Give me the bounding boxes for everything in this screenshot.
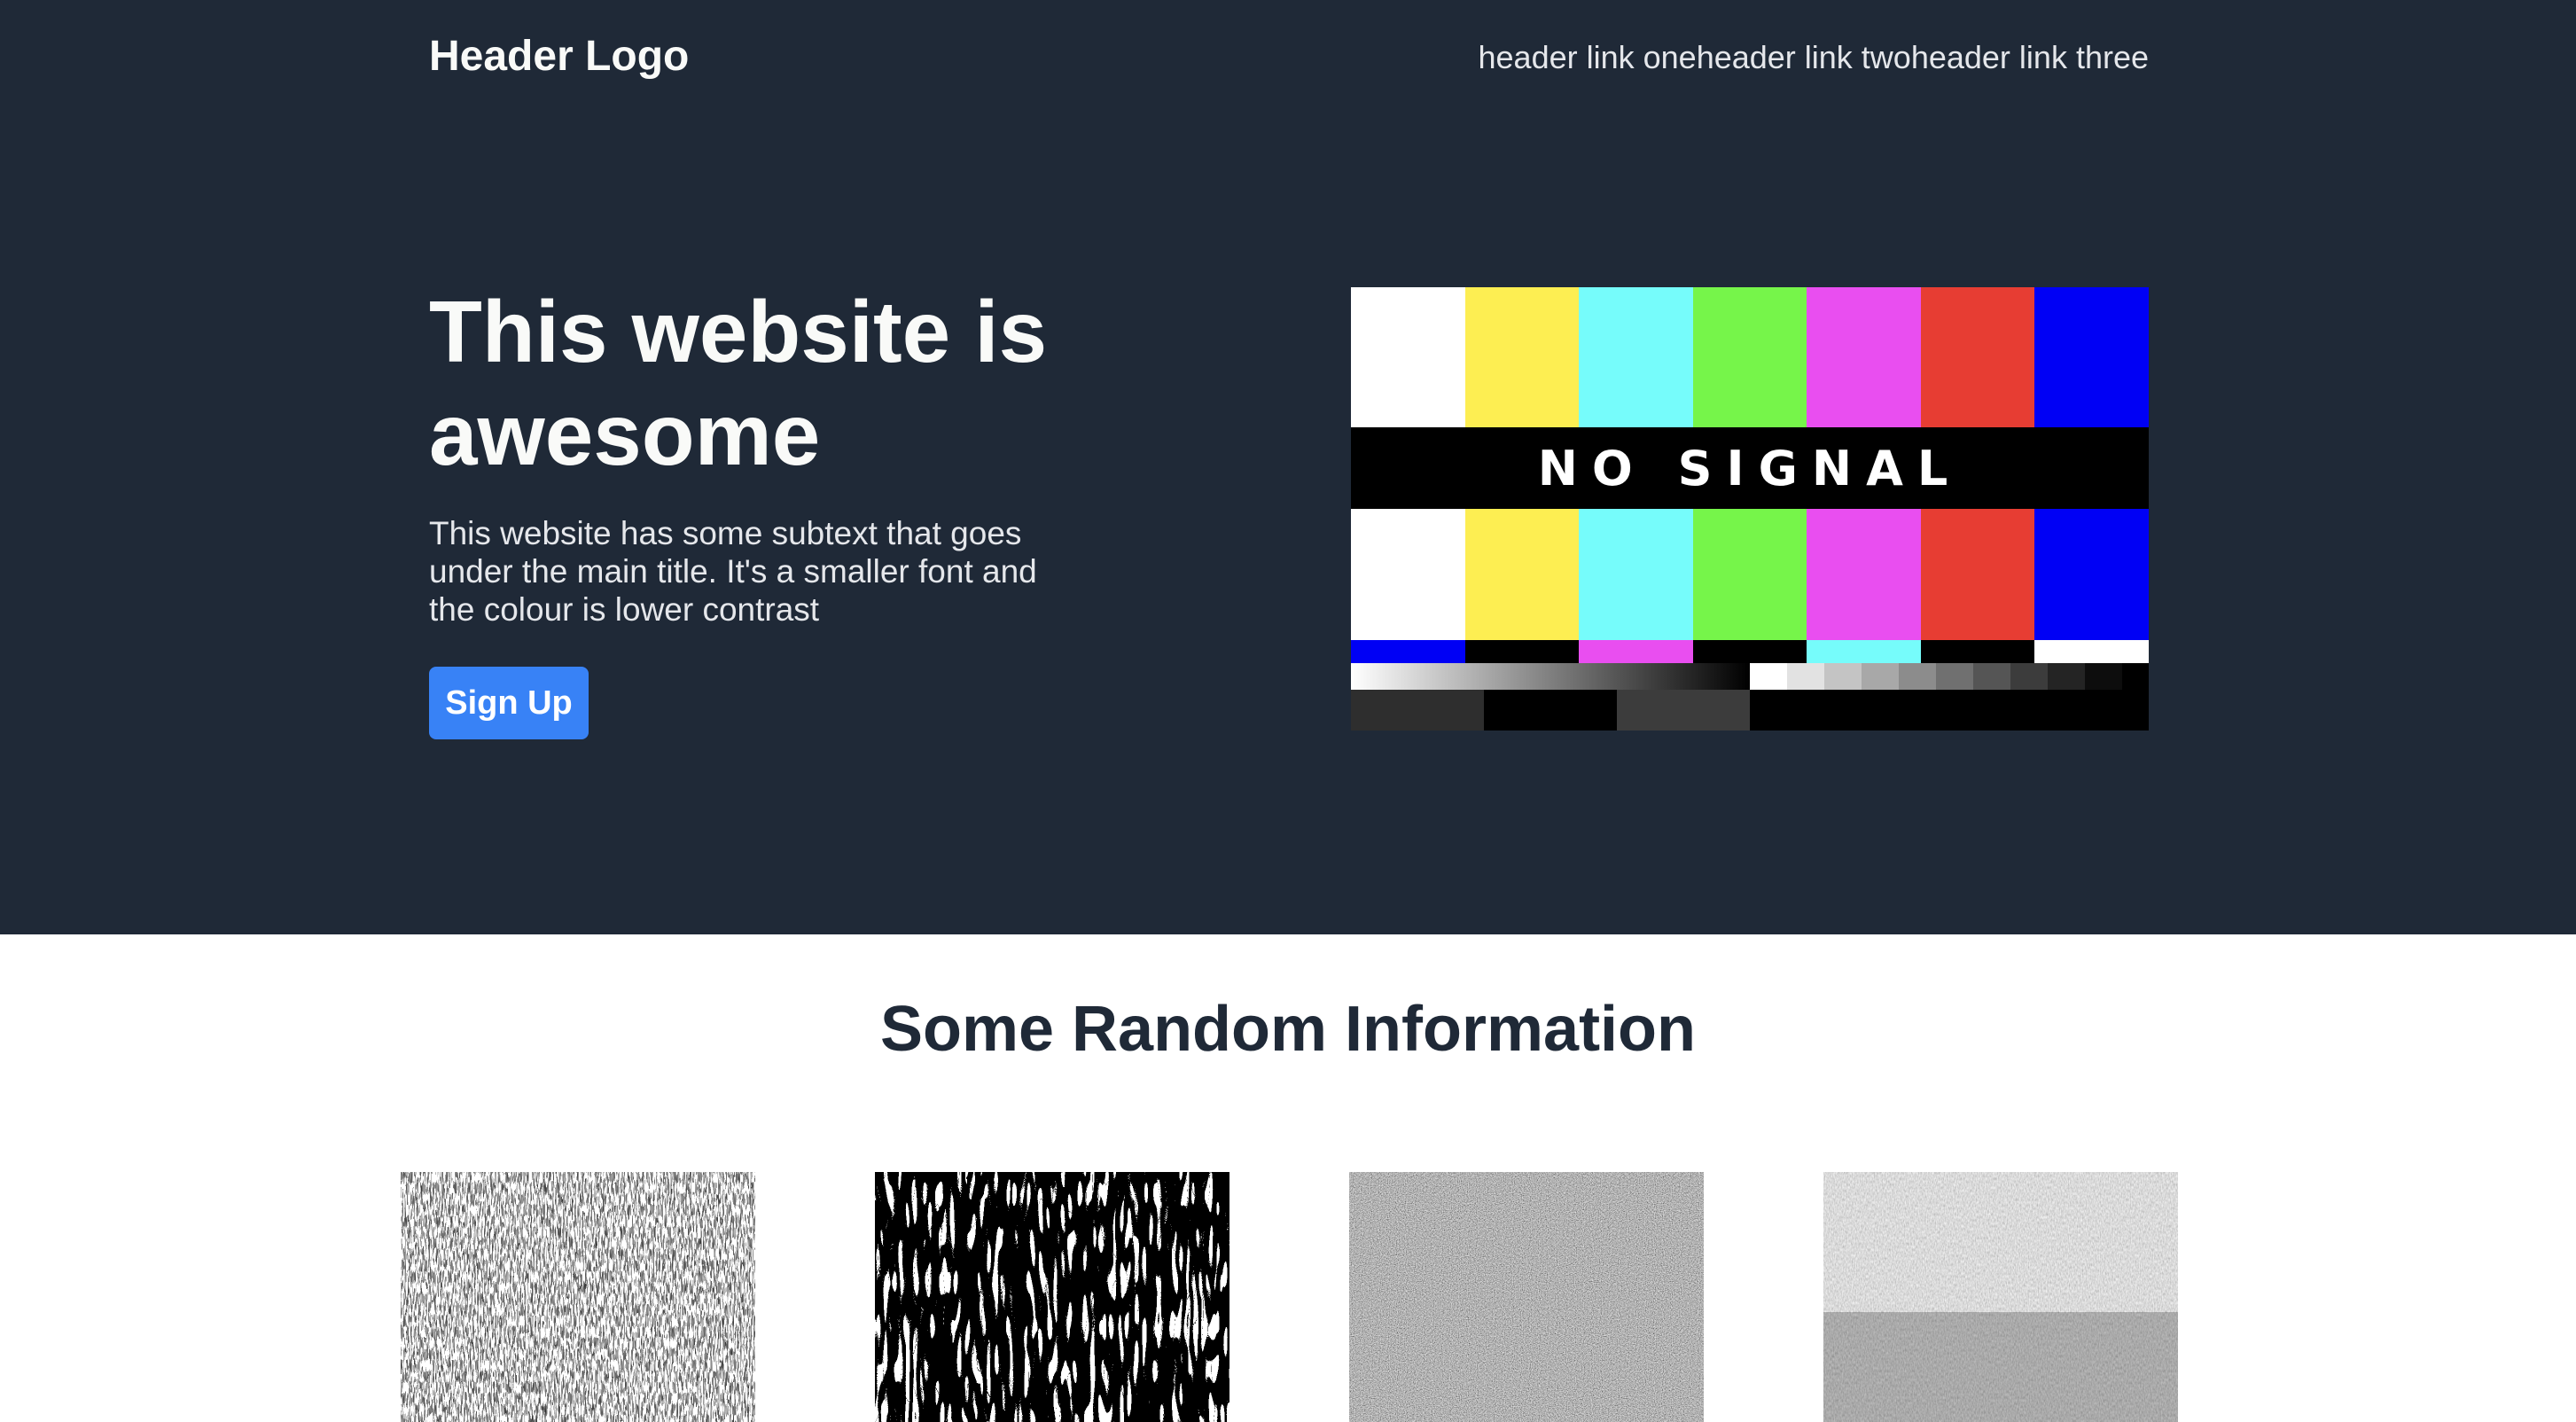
color-bars-top (1351, 287, 2149, 427)
header-nav: header link one header link two header l… (1479, 39, 2150, 76)
reverse-color-strip (1351, 640, 2149, 663)
hero-subtext: This website has some subtext that goes … (429, 515, 1037, 628)
header-link-two[interactable]: header link two (1697, 39, 1911, 76)
header-logo[interactable]: Header Logo (429, 32, 689, 81)
no-signal-banner: NO SIGNAL (1351, 427, 2149, 509)
static-noise-image-1 (401, 1172, 755, 1422)
static-noise-image-4 (1823, 1172, 2178, 1422)
info-title: Some Random Information (879, 994, 1697, 1065)
no-signal-image: NO SIGNAL (1351, 287, 2149, 731)
static-noise-image-3 (1349, 1172, 1704, 1422)
pluge-bars (1351, 690, 2149, 731)
no-signal-text: NO SIGNAL (1537, 440, 1963, 496)
gray-steps (1750, 663, 2122, 690)
hero-title: This website is awesome (429, 283, 1048, 483)
color-bars-bottom (1351, 509, 2149, 640)
gray-gradient (1351, 663, 1750, 690)
header-link-three[interactable]: header link three (1911, 39, 2149, 76)
static-noise-image-2 (875, 1172, 1229, 1422)
hero-section: Header Logo header link one header link … (0, 0, 2576, 934)
sign-up-button[interactable]: Sign Up (429, 667, 589, 739)
header-link-one[interactable]: header link one (1479, 39, 1697, 76)
